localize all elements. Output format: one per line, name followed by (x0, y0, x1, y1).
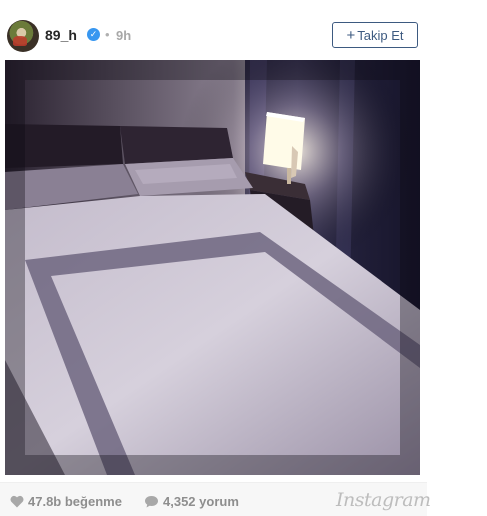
heart-icon (10, 495, 24, 508)
verified-badge-icon: ✓ (87, 28, 100, 41)
instagram-logo[interactable]: Instagram (336, 489, 431, 511)
comment-bubble-icon (145, 496, 158, 508)
post-footer: 47.8b beğenme 4,352 yorum Instagram (0, 482, 431, 516)
comments-count[interactable]: 4,352 yorum (144, 494, 239, 509)
username-link[interactable]: 89_h (45, 27, 77, 43)
follow-label: Takip Et (357, 28, 404, 43)
post-header: 89_h ✓ • 9h + Takip Et (5, 18, 420, 54)
follow-button[interactable]: + Takip Et (332, 22, 418, 48)
post-photo[interactable] (5, 60, 420, 475)
post-timestamp[interactable]: 9h (116, 28, 131, 43)
bedroom-photo-image (5, 60, 420, 475)
comments-label: 4,352 yorum (163, 494, 239, 509)
user-avatar[interactable] (7, 20, 39, 52)
post-card: 89_h ✓ • 9h + Takip Et 47.8b beğenme 4,3… (0, 0, 431, 516)
plus-icon: + (346, 27, 356, 44)
likes-label: 47.8b beğenme (28, 494, 122, 509)
separator-dot: • (105, 27, 110, 42)
likes-count[interactable]: 47.8b beğenme (10, 494, 122, 509)
